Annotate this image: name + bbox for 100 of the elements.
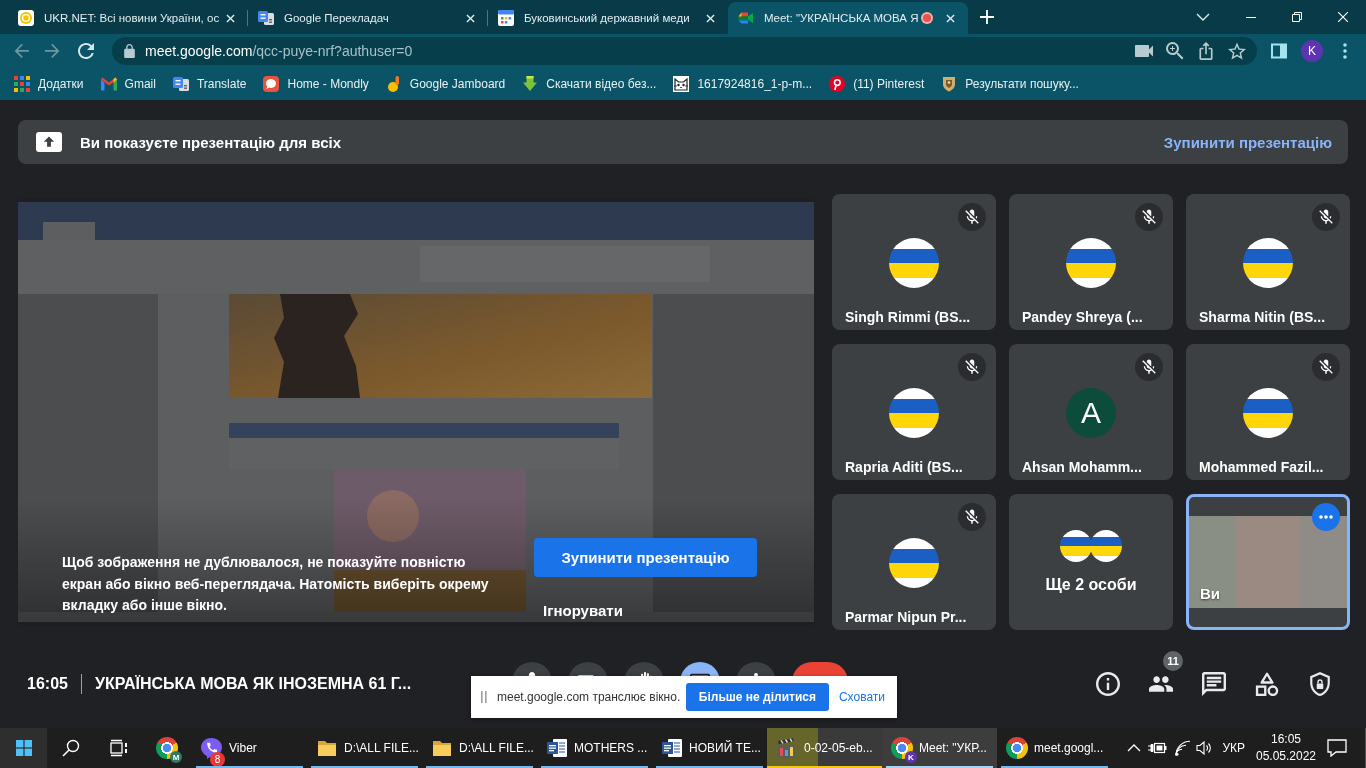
search-icon[interactable] xyxy=(62,739,80,757)
battery-charging-icon[interactable] xyxy=(1147,741,1168,755)
close-icon[interactable] xyxy=(226,13,235,23)
star-icon[interactable] xyxy=(1228,42,1246,60)
mail-logo-icon xyxy=(100,76,117,92)
lock-icon[interactable] xyxy=(124,44,135,58)
bookmark-link[interactable]: Home - Mondly xyxy=(263,76,369,92)
zoom-in-icon[interactable] xyxy=(1166,42,1184,60)
profile-badge: K xyxy=(905,751,917,763)
chrome-icon[interactable] xyxy=(156,737,178,759)
taskbar-button[interactable]: meet.googl... xyxy=(997,728,1112,768)
bookmark-link[interactable]: Gmail xyxy=(100,76,156,92)
taskbar-button[interactable]: 0-02-05-eb... xyxy=(767,728,882,768)
task-view-icon[interactable] xyxy=(109,738,129,758)
bookmark-link[interactable]: Google Jamboard xyxy=(385,76,506,92)
profile-avatar[interactable]: K xyxy=(1301,40,1323,62)
browser-tab[interactable]: Google Перекладач xyxy=(248,2,488,34)
chevron-up-icon[interactable] xyxy=(1127,744,1142,752)
participant-count-badge: 11 xyxy=(1163,651,1183,671)
chrome-icon xyxy=(1006,737,1028,759)
dot-logo-icon xyxy=(385,76,402,92)
participant-name: Mohammed Fazil... xyxy=(1198,457,1325,476)
calendar-icon xyxy=(498,10,514,26)
camera-logo-icon xyxy=(738,10,754,26)
taskbar-button[interactable]: НОВИЙ ТЕ... xyxy=(652,728,767,768)
present-screen-icon xyxy=(36,132,62,152)
wifi-icon[interactable] xyxy=(1175,740,1192,756)
stop-sharing-button[interactable]: Більше не ділитися xyxy=(685,683,829,711)
participant-name: Sharma Nitin (BS... xyxy=(1198,307,1327,326)
taskbar-button[interactable]: 8 Viber xyxy=(192,728,307,768)
ignore-button[interactable]: Ігнорувати xyxy=(535,599,631,621)
stop-presenting-button[interactable]: Зупинити презентацію xyxy=(534,538,757,577)
start-button[interactable] xyxy=(0,728,47,768)
taskbar-button[interactable]: K Meet: "УКР... xyxy=(882,728,997,768)
flag-avatar-icon xyxy=(1243,237,1293,288)
video-camera-icon[interactable] xyxy=(1135,42,1153,60)
info-icon[interactable] xyxy=(1096,672,1120,696)
cat-face-icon xyxy=(673,76,690,92)
flag-avatar-icon xyxy=(1090,529,1122,562)
flag-avatar-icon xyxy=(889,537,939,588)
browser-tab[interactable]: Meet: "УКРАЇНСЬКА МОВА Я xyxy=(728,2,968,34)
chat-icon[interactable] xyxy=(1202,672,1226,696)
browser-tab[interactable]: UKR.NET: Всі новини України, ос xyxy=(8,2,248,34)
clapperboard-icon xyxy=(776,737,798,759)
reload-icon[interactable] xyxy=(78,43,94,59)
share-icon[interactable] xyxy=(1197,42,1215,60)
close-icon[interactable] xyxy=(946,13,955,23)
hide-link[interactable]: Сховати xyxy=(838,690,885,704)
participant-name: Rapria Aditi (BS... xyxy=(844,457,964,476)
flag-avatar-icon xyxy=(889,387,939,438)
menu-icon[interactable] xyxy=(1343,43,1347,59)
participant-name: Ви xyxy=(1200,584,1221,603)
back-arrow-icon[interactable] xyxy=(14,43,30,59)
apps-grid-icon xyxy=(14,76,30,92)
meeting-time: 16:05 xyxy=(27,675,68,693)
side-panel-icon[interactable] xyxy=(1271,43,1287,59)
chevron-down-icon[interactable] xyxy=(1196,13,1210,21)
pin-logo-icon xyxy=(829,76,846,92)
taskbar-button[interactable]: D:\ALL FILE... xyxy=(422,728,537,768)
bookmark-link[interactable]: Результати пошуку... xyxy=(941,76,1079,92)
participant-name: Ahsan Mohamm... xyxy=(1021,457,1143,476)
taskbar-button[interactable]: D:\ALL FILE... xyxy=(307,728,422,768)
plus-icon[interactable] xyxy=(980,10,994,24)
participant-name: Parmar Nipun Pr... xyxy=(844,607,968,626)
bookmark-link[interactable]: Скачати відео без... xyxy=(522,76,657,92)
download-arrow-icon xyxy=(522,76,539,92)
address-bar[interactable]: meet.google.com/qcc-puye-nrf?authuser=0 xyxy=(112,37,1257,65)
more-options-button[interactable] xyxy=(1312,502,1340,531)
language-indicator[interactable]: УКР xyxy=(1222,741,1245,755)
bookmark-link[interactable]: Додатки xyxy=(14,76,84,92)
restore-icon[interactable] xyxy=(1292,12,1302,22)
taskbar-button[interactable]: MOTHERS ... xyxy=(537,728,652,768)
flag-avatar-icon xyxy=(1243,387,1293,438)
bookmark-link[interactable]: 1617924816_1-p-m... xyxy=(673,76,813,92)
translate-icon xyxy=(172,76,189,92)
notification-icon[interactable] xyxy=(1327,739,1347,757)
participant-name: Pandey Shreya (... xyxy=(1021,307,1144,326)
forward-arrow-icon[interactable] xyxy=(44,43,60,59)
sharing-notice: meet.google.com транслює вікно. xyxy=(497,690,681,704)
flag-avatar-icon xyxy=(889,237,939,288)
profile-badge: M xyxy=(170,751,182,763)
browser-tab[interactable]: Буковинський державний меди xyxy=(488,2,728,34)
speech-bubble-icon xyxy=(263,76,280,92)
bookmark-link[interactable]: (11) Pinterest xyxy=(829,76,925,92)
clock-time[interactable]: 16:05 xyxy=(1271,731,1301,748)
stop-presenting-link[interactable]: Зупинити презентацію xyxy=(1163,133,1332,151)
speaker-icon[interactable] xyxy=(1196,740,1213,756)
bookmark-link[interactable]: Translate xyxy=(172,76,247,92)
shield-lock-icon[interactable] xyxy=(1308,672,1332,696)
close-icon[interactable] xyxy=(466,13,475,23)
share-warning-text: Щоб зображення не дублювалося, не показуйте повністю екран або вікно веб-переглядача. Натомість виберіть окрему вкладку або інше вікно. xyxy=(62,553,490,615)
circle-logo-icon xyxy=(18,10,34,26)
close-icon[interactable] xyxy=(706,13,715,23)
shapes-icon[interactable] xyxy=(1255,672,1279,696)
clock-date[interactable]: 05.05.2022 xyxy=(1255,748,1317,765)
grip-icon[interactable] xyxy=(481,691,487,703)
flag-avatar-icon xyxy=(1066,237,1116,288)
participant-name: Singh Rimmi (BS... xyxy=(844,307,972,326)
banner-text: Ви показуєте презентацію для всіх xyxy=(80,133,341,151)
more-participants-label: Ще 2 особи xyxy=(1045,574,1137,595)
